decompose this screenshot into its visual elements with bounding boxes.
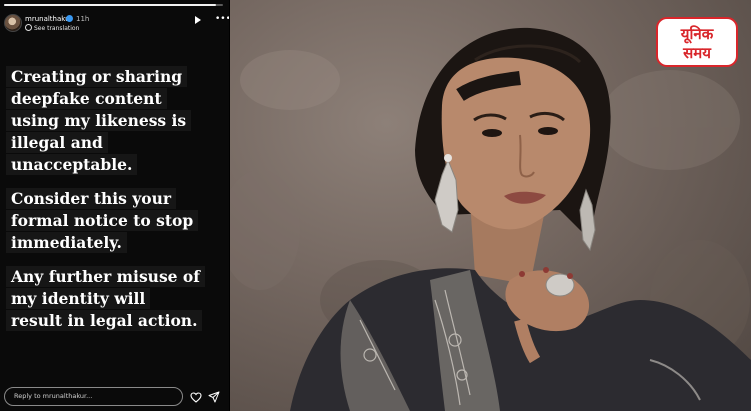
svg-text:समय: समय [682,44,712,62]
reply-input[interactable]: Reply to mrunalthakur... [4,387,183,406]
message-line: deepfake content [6,88,167,109]
message-line: Consider this your [6,188,177,209]
story-progress-fill [4,4,217,6]
verified-badge-icon [66,15,73,22]
story-message: Creating or sharing deepfake content usi… [6,66,224,344]
story-header: mrunalthakur 11h See translation ••• [4,12,229,34]
message-paragraph: Any further misuse of my identity will r… [6,266,224,332]
message-line: immediately. [6,232,127,253]
message-line: result in legal action. [6,310,203,331]
brand-logo-art: यूनिक समय [680,25,715,62]
post-time: 11h [76,15,90,23]
message-paragraph: Consider this your formal notice to stop… [6,188,224,254]
heart-icon[interactable] [190,392,202,403]
message-line: using my likeness is [6,110,192,131]
message-line: formal notice to stop [6,210,199,231]
message-line: Creating or sharing [6,66,188,87]
message-line: my identity will [6,288,151,309]
message-line: illegal and [6,132,108,153]
reply-placeholder: Reply to mrunalthakur... [14,392,93,400]
see-translation-link[interactable]: See translation [25,24,79,33]
see-translation-label: See translation [34,25,80,32]
more-icon[interactable]: ••• [215,14,229,24]
story-panel: mrunalthakur 11h See translation ••• Cre… [0,0,229,411]
avatar[interactable] [4,14,22,32]
globe-icon [25,24,32,31]
brand-logo: यूनिक समय [656,17,738,67]
message-paragraph: Creating or sharing deepfake content usi… [6,66,224,176]
send-icon[interactable] [208,391,220,403]
svg-text:यूनिक: यूनिक [680,25,715,44]
play-icon[interactable] [195,16,201,24]
message-line: Any further misuse of [6,266,205,287]
story-progress-bar [4,4,223,6]
message-line: unacceptable. [6,154,138,175]
